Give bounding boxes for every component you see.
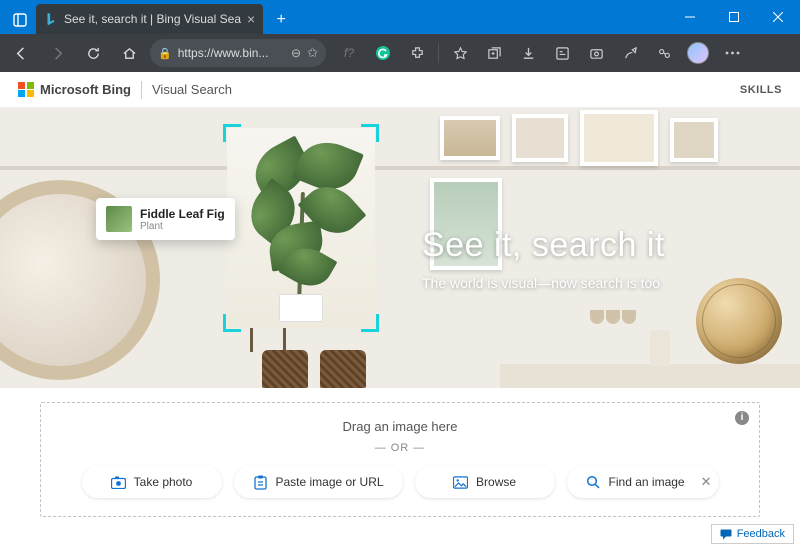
microsoft-logo-icon xyxy=(18,82,34,98)
downloads-icon[interactable] xyxy=(513,38,543,68)
crop-corner-icon[interactable] xyxy=(223,124,241,142)
visual-search-focus-frame xyxy=(227,128,375,328)
forward-button[interactable] xyxy=(42,38,72,68)
paste-label: Paste image or URL xyxy=(276,475,384,489)
bing-favicon-icon xyxy=(44,12,58,26)
performance-icon[interactable] xyxy=(649,38,679,68)
brand-text: Microsoft Bing xyxy=(40,82,131,97)
hero-headline: See it, search it xyxy=(422,226,665,265)
maximize-button[interactable] xyxy=(712,2,756,32)
home-button[interactable] xyxy=(114,38,144,68)
extensions-icon[interactable] xyxy=(402,38,432,68)
info-icon[interactable]: i xyxy=(735,411,749,425)
url-text: https://www.bin... xyxy=(178,46,285,60)
result-title: Fiddle Leaf Fig xyxy=(140,207,225,221)
section-title: Visual Search xyxy=(152,82,232,97)
tab-well: See it, search it | Bing Visual Sea × + xyxy=(0,0,295,34)
feedback-label: Feedback xyxy=(737,528,785,540)
clear-icon[interactable]: ✕ xyxy=(701,474,712,490)
lock-icon: 🔒 xyxy=(158,47,172,60)
profile-avatar[interactable] xyxy=(683,38,713,68)
hero-text: See it, search it The world is visual—no… xyxy=(422,226,665,291)
browser-toolbar: 🔒 https://www.bin... ⊖ ✩ f? xyxy=(0,34,800,72)
tab-title: See it, search it | Bing Visual Sea xyxy=(64,12,241,26)
hero-banner: Fiddle Leaf Fig Plant See it, search it … xyxy=(0,108,800,388)
tab-actions-icon[interactable] xyxy=(6,6,34,34)
find-image-button[interactable]: Find an image ✕ xyxy=(567,466,719,498)
share-icon[interactable] xyxy=(615,38,645,68)
take-photo-label: Take photo xyxy=(134,475,193,489)
address-bar[interactable]: 🔒 https://www.bin... ⊖ ✩ xyxy=(150,39,326,67)
refresh-button[interactable] xyxy=(78,38,108,68)
take-photo-button[interactable]: Take photo xyxy=(82,466,222,498)
hero-subline: The world is visual—now search is too xyxy=(422,275,665,291)
zoom-icon[interactable]: ⊖ xyxy=(291,46,301,60)
page-header: Microsoft Bing Visual Search SKILLS xyxy=(0,72,800,108)
crop-corner-icon[interactable] xyxy=(361,314,379,332)
collections-icon[interactable] xyxy=(479,38,509,68)
brand-divider xyxy=(141,81,142,99)
crop-corner-icon[interactable] xyxy=(361,124,379,142)
search-icon xyxy=(586,475,601,490)
skills-link[interactable]: SKILLS xyxy=(740,84,782,96)
window-title-bar: See it, search it | Bing Visual Sea × + xyxy=(0,0,800,34)
camera-icon xyxy=(111,475,126,490)
new-tab-button[interactable]: + xyxy=(267,6,295,34)
paste-button[interactable]: Paste image or URL xyxy=(234,466,403,498)
dropzone-actions: Take photo Paste image or URL Browse Fin… xyxy=(59,466,741,498)
image-dropzone[interactable]: i Drag an image here — OR — Take photo P… xyxy=(40,402,760,517)
toolbar-divider xyxy=(438,43,439,63)
clipboard-icon xyxy=(253,475,268,490)
back-button[interactable] xyxy=(6,38,36,68)
browse-button[interactable]: Browse xyxy=(415,466,555,498)
browser-tab-active[interactable]: See it, search it | Bing Visual Sea × xyxy=(36,4,263,34)
browse-label: Browse xyxy=(476,475,516,489)
drop-label: Drag an image here xyxy=(59,419,741,434)
find-label: Find an image xyxy=(609,475,685,489)
favorites-icon[interactable] xyxy=(445,38,475,68)
ext-f-icon[interactable]: f? xyxy=(334,38,364,68)
reader-icon[interactable] xyxy=(547,38,577,68)
tab-close-icon[interactable]: × xyxy=(247,11,255,27)
more-menu-icon[interactable] xyxy=(717,38,747,68)
window-controls xyxy=(668,2,800,32)
result-thumb-icon xyxy=(106,206,132,232)
page-content: Microsoft Bing Visual Search SKILLS xyxy=(0,72,800,548)
favorite-icon[interactable]: ✩ xyxy=(307,45,318,61)
feedback-button[interactable]: Feedback xyxy=(711,524,794,544)
screenshot-icon[interactable] xyxy=(581,38,611,68)
crop-corner-icon[interactable] xyxy=(223,314,241,332)
result-subtitle: Plant xyxy=(140,221,225,232)
grammarly-icon[interactable] xyxy=(368,38,398,68)
minimize-button[interactable] xyxy=(668,2,712,32)
close-window-button[interactable] xyxy=(756,2,800,32)
result-callout[interactable]: Fiddle Leaf Fig Plant xyxy=(96,198,235,240)
hero-background xyxy=(0,108,800,388)
focused-plant-image xyxy=(227,128,375,328)
image-icon xyxy=(453,475,468,490)
feedback-icon xyxy=(720,529,732,540)
or-label: — OR — xyxy=(59,442,741,454)
